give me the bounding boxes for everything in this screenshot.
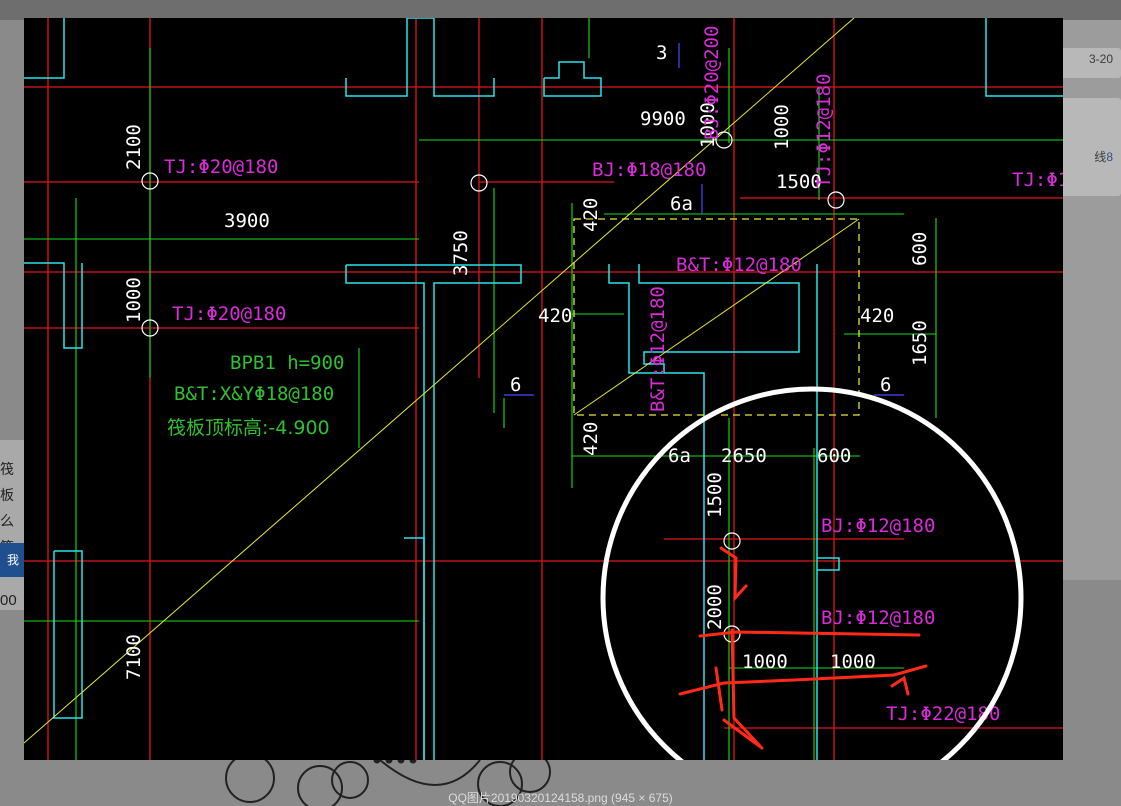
rebar-tj-left-mid: TJ:Φ20@180 bbox=[172, 303, 286, 325]
dim-2650: 2650 bbox=[721, 445, 767, 467]
dim-600: 600 bbox=[909, 232, 931, 266]
dim-1000-left: 1000 bbox=[123, 277, 145, 323]
dim-6a-top: 6a bbox=[670, 193, 693, 215]
rebar-bj-bottom-2: BJ:Φ12@180 bbox=[821, 607, 935, 629]
background-page-header bbox=[0, 0, 1121, 20]
dim-2100: 2100 bbox=[123, 124, 145, 170]
dim-7100: 7100 bbox=[123, 634, 145, 680]
dim-9900: 9900 bbox=[640, 108, 686, 130]
background-left-number: 00 bbox=[0, 592, 17, 609]
rebar-bt-mid: B&T:Φ12@180 bbox=[676, 254, 802, 276]
dim-2000: 2000 bbox=[704, 584, 726, 630]
dim-1000-top-vert: 1000 bbox=[771, 104, 793, 150]
note-line-3: 筏板顶标高:-4.900 bbox=[167, 417, 330, 439]
image-viewer[interactable]: 3 9900 1500 3900 6a 420 420 6 6 6a 2650 … bbox=[24, 18, 1063, 760]
dim-3: 3 bbox=[656, 42, 667, 64]
dim-420-a: 420 bbox=[580, 198, 602, 232]
dim-6a-bottom: 6a bbox=[668, 445, 691, 467]
rebar-bt-vertical: B&T:Φ12@180 bbox=[647, 286, 669, 412]
dim-3750: 3750 bbox=[450, 230, 472, 276]
dim-1000-b1: 1000 bbox=[742, 651, 788, 673]
dim-420-bottom: 420 bbox=[580, 422, 602, 456]
note-line-2: B&T:X&YΦ18@180 bbox=[174, 383, 334, 405]
rebar-bj-mid: BJ:Φ18@180 bbox=[592, 159, 706, 181]
dim-1500-bottom: 1500 bbox=[704, 472, 726, 518]
dim-600-bottom: 600 bbox=[817, 445, 851, 467]
slab-notes: BPB1 h=900 B&T:X&YΦ18@180 筏板顶标高:-4.900 bbox=[167, 352, 344, 439]
dim-1000-b2: 1000 bbox=[830, 651, 876, 673]
dim-420-right: 420 bbox=[860, 305, 894, 327]
rebar-tj-right-top: TJ:Φ12@180 bbox=[813, 74, 835, 188]
rebar-tj-right-edge: TJ:Φ1 bbox=[1012, 169, 1063, 191]
rebar-tj-top-left: TJ:Φ20@180 bbox=[164, 156, 278, 178]
rebar-labels: TJ:Φ20@180 BJ:Φ18@180 TJ:Φ1 TJ:Φ20@180 B… bbox=[164, 26, 1063, 725]
left-line-1: 筏板 bbox=[0, 461, 14, 503]
dim-6-right: 6 bbox=[880, 374, 891, 396]
rebar-bj-bottom-1: BJ:Φ12@180 bbox=[821, 515, 935, 537]
background-left-button[interactable]: 我 bbox=[0, 543, 26, 577]
cad-drawing: 3 9900 1500 3900 6a 420 420 6 6 6a 2650 … bbox=[24, 18, 1063, 760]
note-line-1: BPB1 h=900 bbox=[230, 352, 344, 374]
image-caption: QQ图片20190320124158.png (945 × 675) bbox=[448, 791, 673, 805]
dim-3900: 3900 bbox=[224, 210, 270, 232]
background-left-strip: 筏板 么筋 bbox=[0, 440, 26, 610]
dim-6-left: 6 bbox=[510, 374, 521, 396]
rebar-bj-top: BJ:Φ20@200 bbox=[701, 26, 723, 140]
dim-420-left: 420 bbox=[538, 305, 572, 327]
dim-1650: 1650 bbox=[909, 320, 931, 366]
